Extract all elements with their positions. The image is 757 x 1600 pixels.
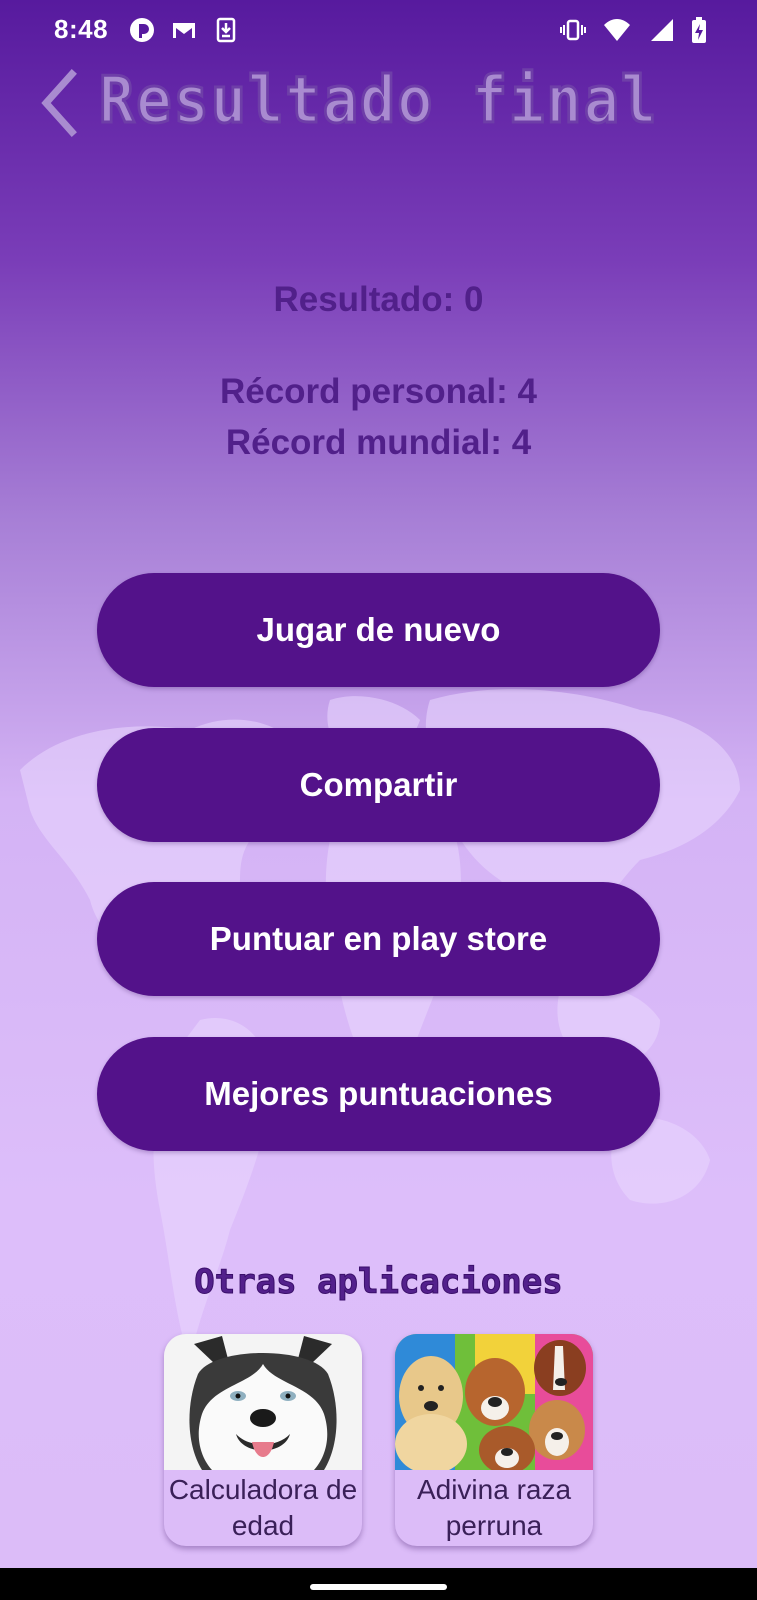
- battery-charging-icon: [692, 17, 706, 43]
- personal-record: Récord personal: 4: [219, 372, 538, 411]
- other-apps-title: Otras aplicaciones: [194, 1262, 563, 1303]
- wifi-icon: [604, 19, 630, 41]
- scores-panel: Resultado: 0 Récord personal: 4 Récord m…: [0, 280, 757, 468]
- header: Resultado final: [0, 63, 757, 144]
- play-again-button[interactable]: Jugar de nuevo: [97, 573, 660, 687]
- vibrate-icon: [560, 19, 586, 41]
- status-time: 8:48: [54, 14, 109, 44]
- home-gesture-handle[interactable]: [310, 1584, 447, 1590]
- notification-icons: [128, 16, 240, 44]
- signal-icon: [651, 19, 673, 41]
- world-record: Récord mundial: 4: [225, 423, 532, 462]
- current-score: Resultado: 0: [273, 280, 484, 319]
- dog-breeds-collage-image: [395, 1334, 593, 1470]
- page-title: Resultado final: [97, 63, 659, 140]
- leaderboard-button[interactable]: Mejores puntuaciones: [97, 1037, 660, 1151]
- rate-play-store-button[interactable]: Puntuar en play store: [97, 882, 660, 996]
- download-icon: [216, 17, 236, 43]
- app-notification-icon: [130, 18, 154, 42]
- share-button[interactable]: Compartir: [97, 728, 660, 842]
- navigation-bar: [0, 1568, 757, 1600]
- app-label-age-calculator: Calculadora de edad: [168, 1474, 358, 1541]
- gmail-icon: [173, 23, 195, 38]
- app-label-guess-breed: Adivina raza perruna: [416, 1474, 572, 1541]
- status-bar: 8:48: [0, 0, 757, 64]
- husky-dog-image: [164, 1334, 362, 1470]
- app-card-age-calculator[interactable]: Calculadora de edad: [164, 1334, 362, 1546]
- system-icons: [559, 16, 707, 44]
- app-card-guess-breed[interactable]: Adivina raza perruna: [395, 1334, 593, 1546]
